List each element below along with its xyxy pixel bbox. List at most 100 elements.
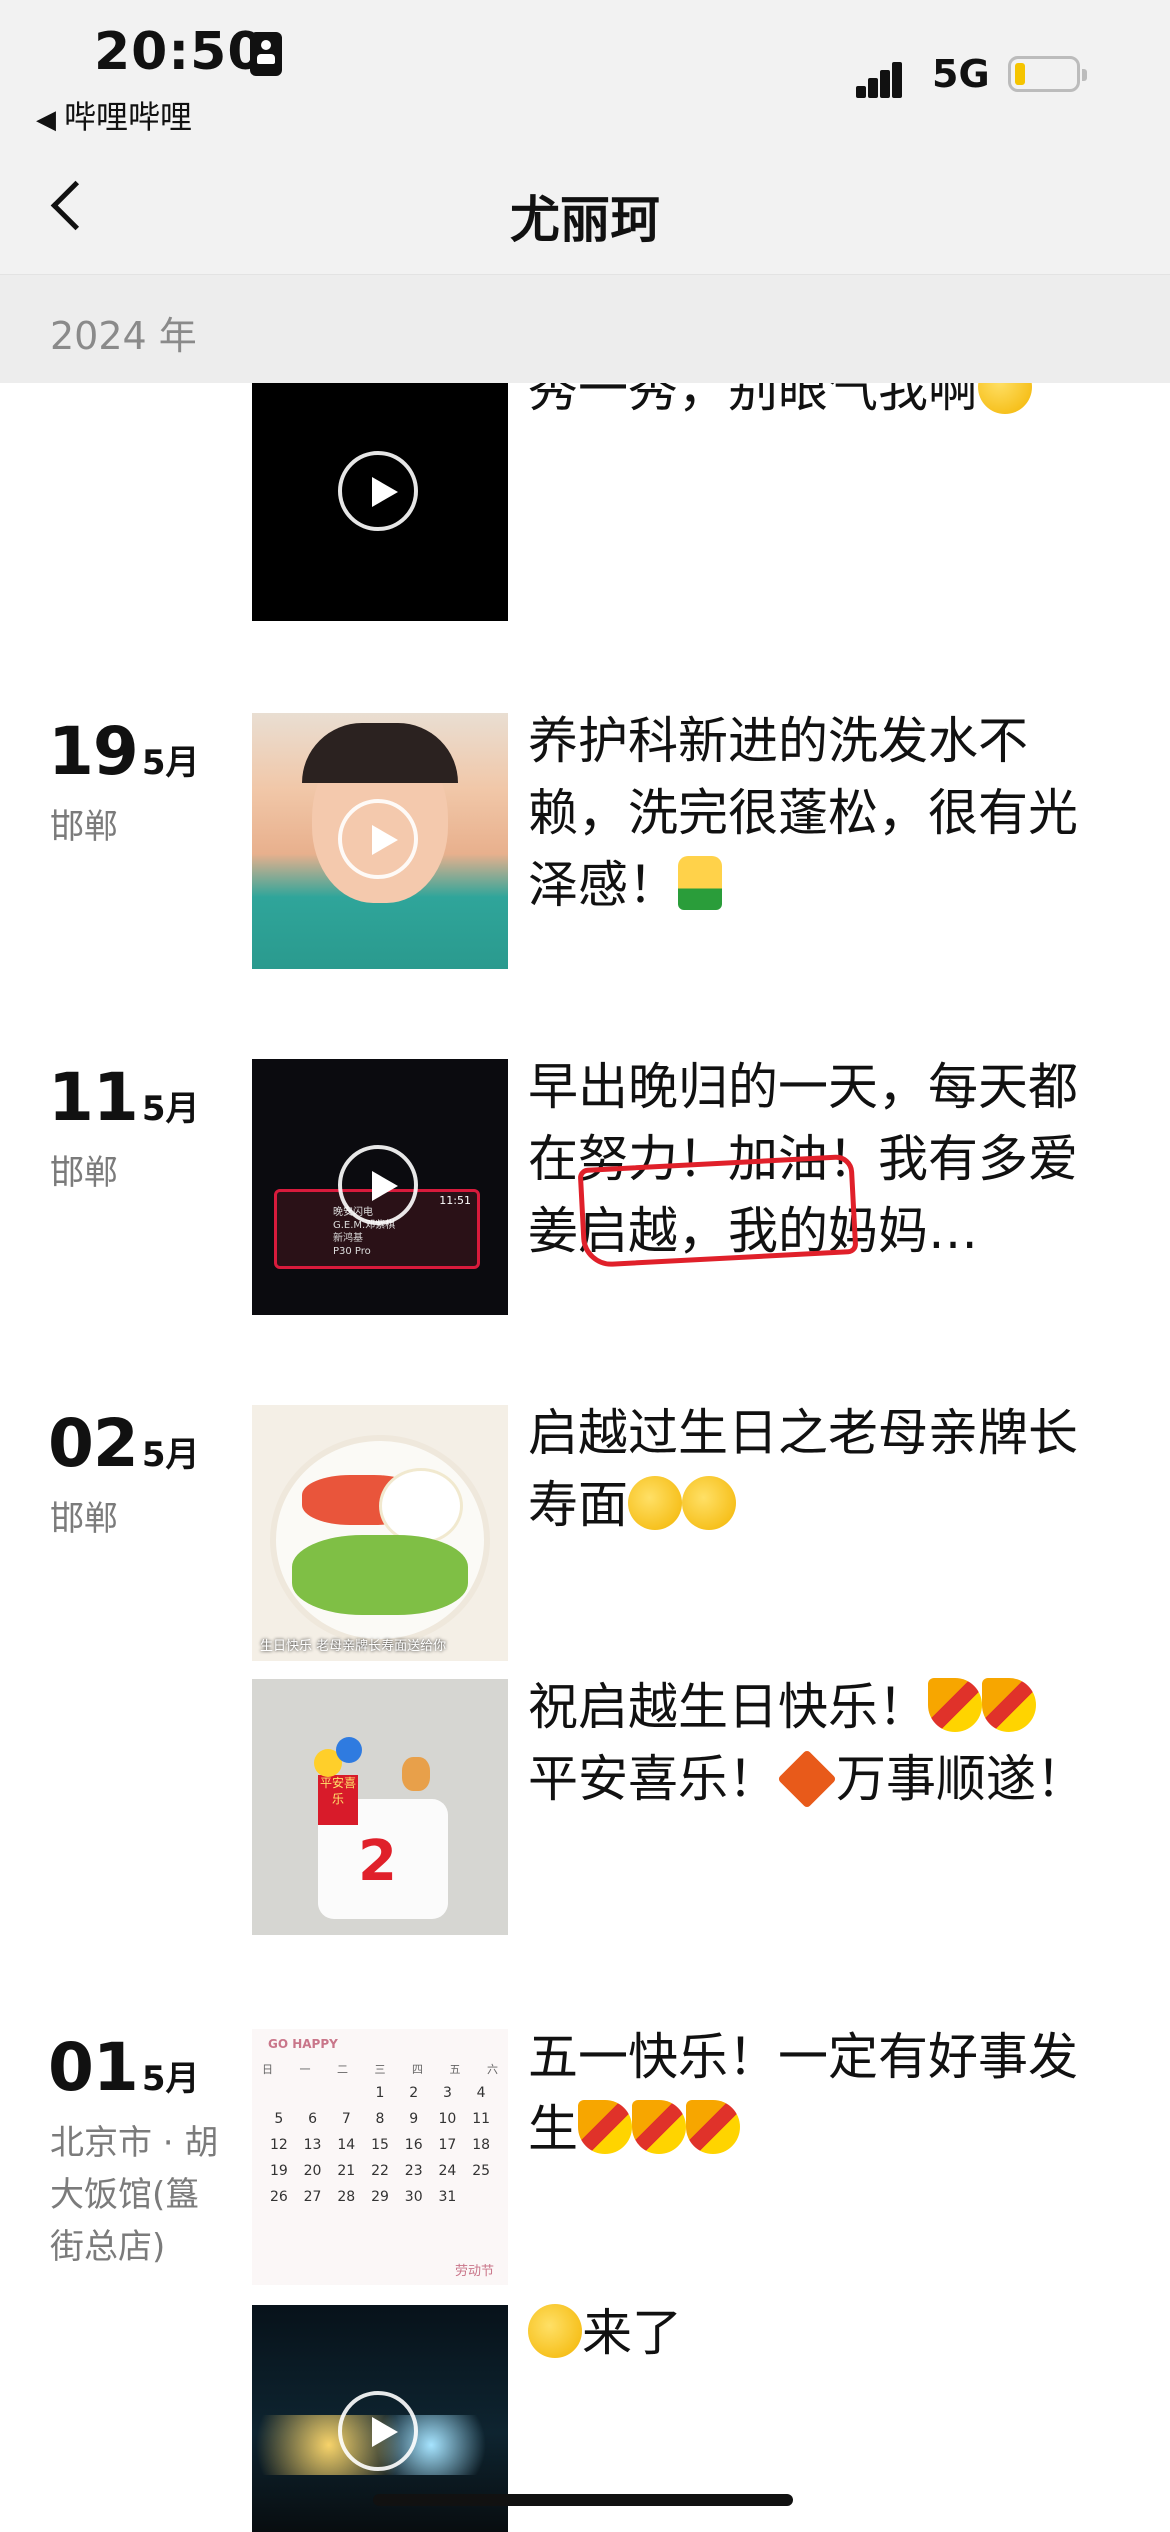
image-caption: 生日快乐 老母亲牌长寿面送给你 — [260, 1639, 447, 1654]
calendar-day: 18 — [472, 2137, 491, 2153]
calendar-day: 3 — [442, 2085, 452, 2101]
image-thumbnail[interactable]: 生日快乐 老母亲牌长寿面送给你 — [252, 1405, 508, 1661]
post-text[interactable]: 祝启越生日快乐！ 平安喜乐！ 万事顺遂！ — [528, 1671, 1098, 1815]
post-location: 邯郸 — [50, 1499, 118, 1539]
red-handwritten-highlight — [577, 1153, 859, 1269]
calendar-day: 27 — [303, 2189, 322, 2205]
calendar-day: 8 — [375, 2111, 385, 2127]
calendar-title: GO HAPPY — [268, 2037, 338, 2051]
calendar-day: 7 — [341, 2111, 351, 2127]
pleading-face-emoji-icon — [682, 1476, 736, 1530]
calendar-day: 31 — [438, 2189, 457, 2205]
post-location: 北京市 · 胡大饭馆(簋街总店) — [50, 2123, 219, 2267]
video-thumbnail[interactable]: 11:51 晚安闪电 G.E.M.邓紫棋 新鸿基 P30 Pro — [252, 1059, 508, 1315]
status-bar: 20:50 ◀ 哔哩哔哩 5G — [0, 0, 1170, 140]
calendar-weekday: 二 — [337, 2063, 348, 2076]
image-thumbnail[interactable]: 2 平安喜乐 — [252, 1679, 508, 1935]
calendar-day: 1 — [375, 2085, 385, 2101]
calendar-day: 30 — [404, 2189, 423, 2205]
egg — [382, 1471, 460, 1541]
post-date: 02 5月 — [48, 1405, 200, 1482]
calendar-weekday: 四 — [412, 2063, 423, 2076]
calendar-day: 6 — [308, 2111, 318, 2127]
post-date: 01 5月 — [48, 2029, 200, 2106]
calendar-day: 20 — [303, 2163, 322, 2179]
calendar-weekday: 日 — [262, 2063, 273, 2076]
calendar-day: 16 — [404, 2137, 423, 2153]
play-icon[interactable] — [338, 799, 418, 879]
calendar-day: 24 — [438, 2163, 457, 2179]
calendar-day: 28 — [337, 2189, 356, 2205]
calendar-day: 12 — [269, 2137, 288, 2153]
year-label: 2024 年 — [50, 314, 197, 358]
status-time: 20:50 — [94, 22, 265, 82]
video-thumbnail[interactable] — [252, 713, 508, 969]
cake-number: 2 — [358, 1829, 397, 1894]
hair-shape — [302, 723, 458, 783]
party-popper-emoji-icon — [982, 1678, 1036, 1732]
play-icon[interactable] — [338, 2391, 418, 2471]
calendar-grid: 1 2 3 4 5 6 7 8 9 10 11 12 13 14 15 16 17 18 19 20 21 22 23 24 2… — [262, 2085, 498, 2205]
calendar-day: 13 — [303, 2137, 322, 2153]
play-icon[interactable] — [338, 451, 418, 531]
calendar-day: 5 — [274, 2111, 284, 2127]
calendar-day: 19 — [269, 2163, 288, 2179]
calendar-day: 25 — [472, 2163, 491, 2179]
network-type: 5G — [932, 52, 990, 96]
party-popper-emoji-icon — [686, 2100, 740, 2154]
moments-feed[interactable]: 秀一秀，别眼气我啊 19 5月 邯郸 养护科新进的洗发水不赖，洗完很蓬松，很有光泽… — [0, 383, 1170, 2532]
calendar-day: 4 — [476, 2085, 486, 2101]
party-popper-emoji-icon — [578, 2100, 632, 2154]
post-text[interactable]: 养护科新进的洗发水不赖，洗完很蓬松，很有光泽感！ — [528, 705, 1098, 921]
party-popper-emoji-icon — [928, 1678, 982, 1732]
calendar-day: 9 — [409, 2111, 419, 2127]
calendar-day: 15 — [371, 2137, 389, 2153]
greens — [292, 1535, 468, 1615]
fu-diamond-emoji-icon — [777, 1749, 837, 1809]
post-text[interactable]: 秀一秀，别眼气我啊 — [528, 383, 1098, 425]
home-indicator[interactable] — [373, 2494, 793, 2506]
back-triangle-icon: ◀ — [36, 105, 56, 135]
navigation-bar: 尤丽珂 — [0, 140, 1170, 275]
calendar-day: 17 — [438, 2137, 457, 2153]
cellular-signal-icon — [856, 58, 914, 98]
play-icon[interactable] — [338, 1145, 418, 1225]
post-date: 11 5月 — [48, 1059, 200, 1136]
calendar-day: 14 — [337, 2137, 356, 2153]
calendar-day: 29 — [371, 2189, 389, 2205]
calendar-weekday: 六 — [487, 2063, 498, 2076]
post-text[interactable]: 来了 — [528, 2297, 1098, 2369]
calendar-day: 2 — [409, 2085, 419, 2101]
year-section-header: 2024 年 — [0, 275, 1170, 383]
back-to-app-link[interactable]: ◀ 哔哩哔哩 — [36, 92, 192, 138]
party-popper-emoji-icon — [632, 2100, 686, 2154]
smile-face-emoji-icon — [978, 383, 1032, 414]
thumbs-up-emoji-icon — [678, 856, 722, 910]
calendar-weekday: 三 — [374, 2063, 386, 2076]
calendar-day: 22 — [371, 2163, 389, 2179]
post-location: 邯郸 — [50, 1153, 118, 1193]
balloon — [336, 1737, 362, 1763]
post-text[interactable]: 五一快乐！一定有好事发生 — [528, 2021, 1098, 2165]
contact-card-icon — [250, 32, 282, 76]
post-date: 19 5月 — [48, 713, 200, 790]
cake-sign: 平安喜乐 — [318, 1775, 358, 1825]
calendar-signature: 劳动节 — [454, 2264, 494, 2279]
back-to-app-label: 哔哩哔哩 — [64, 98, 193, 136]
video-thumbnail[interactable] — [252, 383, 508, 621]
calendar-day: 21 — [337, 2163, 356, 2179]
teddy-bear — [402, 1757, 430, 1791]
calendar-weekday: 五 — [449, 2063, 461, 2076]
calendar-day: 26 — [269, 2189, 288, 2205]
calendar-day: 11 — [472, 2111, 491, 2127]
post-location: 邯郸 — [50, 807, 118, 847]
image-thumbnail[interactable]: GO HAPPY 日一二三四五六 1 2 3 4 5 6 7 8 9 10 11 12 13 14 15 16… — [252, 2029, 508, 2285]
calendar-day: 23 — [404, 2163, 423, 2179]
grinning-face-emoji-icon — [528, 2304, 582, 2358]
calendar-weekdays: 日一二三四五六 — [262, 2061, 498, 2077]
calendar-weekday: 一 — [299, 2063, 311, 2076]
calendar-day: 10 — [438, 2111, 457, 2127]
post-text[interactable]: 启越过生日之老母亲牌长寿面 — [528, 1397, 1098, 1541]
page-title: 尤丽珂 — [510, 191, 660, 249]
battery-icon — [1008, 56, 1087, 92]
